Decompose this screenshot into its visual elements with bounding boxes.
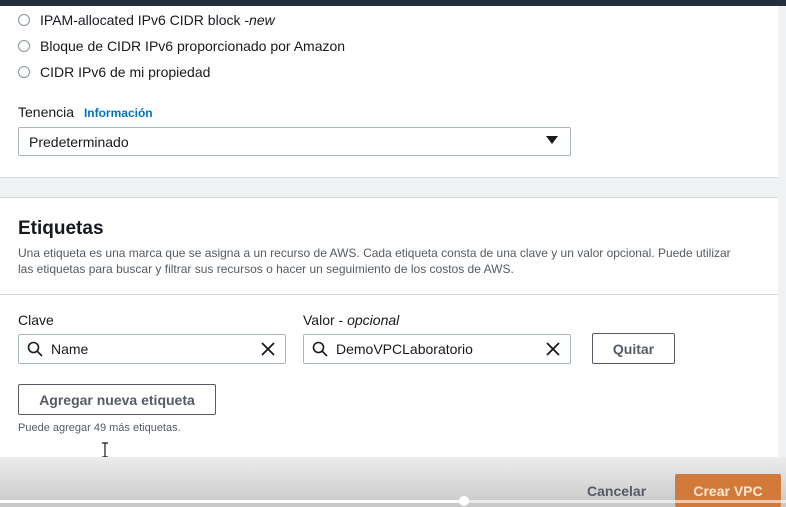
- tag-key-value: Name: [51, 341, 89, 357]
- tenancy-info-link[interactable]: Información: [84, 106, 153, 120]
- text-cursor-icon: [102, 442, 108, 458]
- add-tag-button[interactable]: Agregar nueva etiqueta: [18, 384, 216, 415]
- ipv6-tenancy-panel: IPAM-allocated IPv6 CIDR block - new Blo…: [0, 6, 778, 178]
- radio-circle[interactable]: [18, 40, 30, 52]
- value-label-text: Valor -: [303, 312, 348, 328]
- value-label: Valor - opcional: [303, 312, 399, 328]
- new-tag: new: [249, 12, 275, 28]
- radio-ipam-ipv6[interactable]: IPAM-allocated IPv6 CIDR block - new: [18, 12, 275, 28]
- tag-value-value: DemoVPCLaboratorio: [336, 341, 473, 357]
- divider: [0, 294, 778, 295]
- radio-circle[interactable]: [18, 14, 30, 26]
- remaining-tags-text: Puede agregar 49 más etiquetas.: [18, 422, 181, 434]
- tenancy-label-text: Tenencia: [18, 104, 75, 120]
- tags-panel: Etiquetas Una etiqueta es una marca que …: [0, 197, 778, 458]
- caret-down-icon: [546, 136, 558, 144]
- video-progress-fill: [0, 500, 464, 503]
- radio-circle[interactable]: [18, 66, 30, 78]
- cancel-button[interactable]: Cancelar: [587, 483, 646, 499]
- radio-own-ipv6[interactable]: CIDR IPv6 de mi propiedad: [18, 64, 210, 80]
- radio-label: IPAM-allocated IPv6 CIDR block -: [40, 12, 250, 28]
- tenancy-selected-value: Predeterminado: [29, 133, 129, 150]
- radio-amazon-ipv6[interactable]: Bloque de CIDR IPv6 proporcionado por Am…: [18, 38, 345, 54]
- tag-key-input[interactable]: Name: [18, 334, 286, 364]
- remove-tag-button[interactable]: Quitar: [592, 333, 675, 364]
- video-progress-handle[interactable]: [458, 496, 469, 506]
- search-icon: [27, 341, 43, 357]
- search-icon: [312, 341, 328, 357]
- tags-description: Una etiqueta es una marca que se asigna …: [18, 246, 731, 276]
- key-label: Clave: [18, 312, 54, 328]
- optional-text: opcional: [347, 312, 400, 328]
- tags-title: Etiquetas: [18, 218, 104, 239]
- radio-label: Bloque de CIDR IPv6 proporcionado por Am…: [40, 38, 346, 54]
- clear-icon[interactable]: [261, 342, 275, 356]
- tenancy-label: Tenencia Información: [18, 104, 153, 120]
- tenancy-select[interactable]: Predeterminado: [18, 127, 571, 156]
- clear-icon[interactable]: [546, 342, 560, 356]
- tag-value-input[interactable]: DemoVPCLaboratorio: [303, 334, 571, 364]
- radio-label: CIDR IPv6 de mi propiedad: [40, 64, 211, 80]
